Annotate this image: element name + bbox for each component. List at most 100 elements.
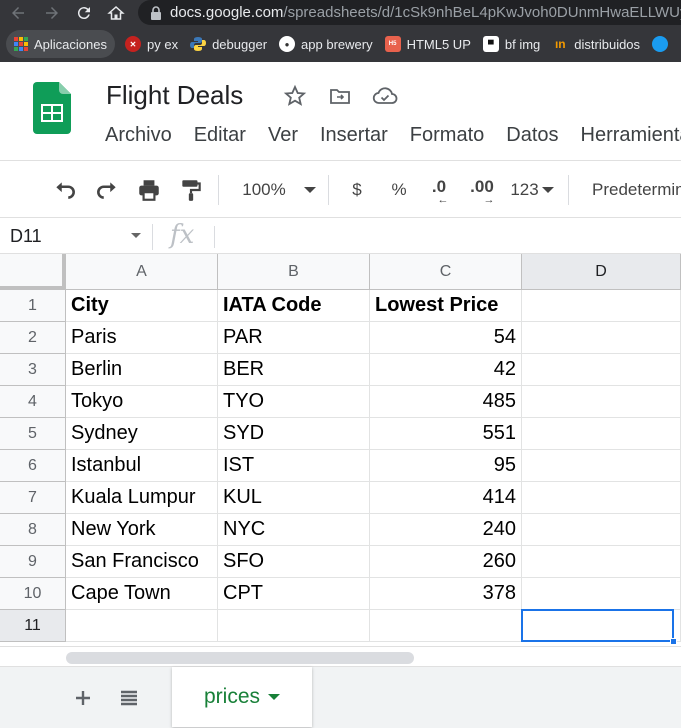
cell-d3[interactable]	[522, 354, 681, 386]
sheets-logo-icon[interactable]	[33, 82, 71, 134]
row-header-6[interactable]: 6	[0, 450, 66, 482]
cell-a3[interactable]: Berlin	[66, 354, 218, 386]
row-header-9[interactable]: 9	[0, 546, 66, 578]
add-sheet-icon[interactable]	[68, 683, 98, 713]
menu-herramientas[interactable]: Herramientas	[581, 124, 681, 147]
cell-c4[interactable]: 485	[370, 386, 522, 418]
star-icon[interactable]	[282, 83, 308, 109]
cell-d9[interactable]	[522, 546, 681, 578]
cell-b3[interactable]: BER	[218, 354, 370, 386]
cell-d6[interactable]	[522, 450, 681, 482]
cell-a1[interactable]: City	[66, 290, 218, 322]
row-header-4[interactable]: 4	[0, 386, 66, 418]
cell-d2[interactable]	[522, 322, 681, 354]
chevron-down-icon[interactable]	[268, 694, 281, 700]
cell-a10[interactable]: Cape Town	[66, 578, 218, 610]
cell-c10[interactable]: 378	[370, 578, 522, 610]
column-header-c[interactable]: C	[370, 254, 522, 290]
bookmark-html5-up[interactable]: H5 HTML5 UP	[379, 30, 477, 58]
cell-b9[interactable]: SFO	[218, 546, 370, 578]
cell-c5[interactable]: 551	[370, 418, 522, 450]
font-family-select[interactable]: Predeterminado (Arial)	[580, 175, 681, 205]
bookmark-app-brewery[interactable]: ● app brewery	[273, 30, 379, 58]
bookmark-bf-img[interactable]: ▀ bf img	[477, 30, 546, 58]
cell-a2[interactable]: Paris	[66, 322, 218, 354]
column-header-b[interactable]: B	[218, 254, 370, 290]
row-header-5[interactable]: 5	[0, 418, 66, 450]
chevron-down-icon[interactable]	[131, 233, 141, 238]
menu-archivo[interactable]: Archivo	[105, 124, 172, 147]
decrease-decimal-button[interactable]: .0 ←	[424, 175, 454, 206]
cell-c3[interactable]: 42	[370, 354, 522, 386]
bookmark-more[interactable]	[646, 30, 680, 58]
row-header-3[interactable]: 3	[0, 354, 66, 386]
cell-b6[interactable]: IST	[218, 450, 370, 482]
cell-c2[interactable]: 54	[370, 322, 522, 354]
row-header-7[interactable]: 7	[0, 482, 66, 514]
all-sheets-icon[interactable]	[114, 683, 144, 713]
move-folder-icon[interactable]	[327, 83, 353, 109]
name-box[interactable]: D11	[10, 226, 42, 247]
cell-b7[interactable]: KUL	[218, 482, 370, 514]
cell-d10[interactable]	[522, 578, 681, 610]
cell-b11[interactable]	[218, 610, 370, 642]
cell-b5[interactable]: SYD	[218, 418, 370, 450]
currency-format-button[interactable]: $	[344, 175, 370, 205]
bookmark-debugger[interactable]: debugger	[184, 30, 273, 58]
cell-d4[interactable]	[522, 386, 681, 418]
cell-b2[interactable]: PAR	[218, 322, 370, 354]
print-icon[interactable]	[134, 175, 164, 205]
chevron-down-icon[interactable]	[300, 175, 320, 205]
more-formats-button[interactable]: 123	[508, 175, 556, 205]
menu-ver[interactable]: Ver	[268, 124, 298, 147]
cell-c6[interactable]: 95	[370, 450, 522, 482]
bookmark-distribuidos[interactable]: ın distribuidos	[546, 30, 646, 58]
percent-format-button[interactable]: %	[386, 175, 412, 205]
cell-d7[interactable]	[522, 482, 681, 514]
cell-b8[interactable]: NYC	[218, 514, 370, 546]
select-all-corner[interactable]	[0, 254, 66, 290]
cell-b10[interactable]: CPT	[218, 578, 370, 610]
cell-c9[interactable]: 260	[370, 546, 522, 578]
forward-arrow-icon[interactable]	[40, 2, 64, 24]
row-header-2[interactable]: 2	[0, 322, 66, 354]
reload-icon[interactable]	[72, 2, 96, 24]
paint-format-icon[interactable]	[176, 175, 206, 205]
document-title[interactable]: Flight Deals	[106, 80, 243, 111]
fill-handle[interactable]	[670, 638, 677, 645]
cell-a4[interactable]: Tokyo	[66, 386, 218, 418]
cell-c7[interactable]: 414	[370, 482, 522, 514]
cell-c8[interactable]: 240	[370, 514, 522, 546]
home-icon[interactable]	[104, 2, 128, 24]
redo-icon[interactable]	[92, 175, 122, 205]
cell-b4[interactable]: TYO	[218, 386, 370, 418]
cell-b1[interactable]: IATA Code	[218, 290, 370, 322]
row-header-10[interactable]: 10	[0, 578, 66, 610]
column-header-d[interactable]: D	[522, 254, 681, 290]
row-header-8[interactable]: 8	[0, 514, 66, 546]
address-bar[interactable]: docs.google.com/spreadsheets/d/1cSk9nhBe…	[138, 0, 681, 25]
cell-d5[interactable]	[522, 418, 681, 450]
horizontal-scrollbar[interactable]	[0, 646, 681, 666]
undo-icon[interactable]	[50, 175, 80, 205]
cell-d1[interactable]	[522, 290, 681, 322]
cell-c1[interactable]: Lowest Price	[370, 290, 522, 322]
bookmark-py-ex[interactable]: ✕ py ex	[119, 30, 184, 58]
increase-decimal-button[interactable]: .00 →	[466, 175, 498, 206]
row-header-11[interactable]: 11	[0, 610, 66, 642]
formula-input[interactable]	[222, 224, 672, 250]
menu-editar[interactable]: Editar	[194, 124, 246, 147]
menu-insertar[interactable]: Insertar	[320, 124, 388, 147]
cell-c11[interactable]	[370, 610, 522, 642]
cell-a7[interactable]: Kuala Lumpur	[66, 482, 218, 514]
bookmark-apps[interactable]: Aplicaciones	[6, 30, 115, 58]
cell-a9[interactable]: San Francisco	[66, 546, 218, 578]
cell-a8[interactable]: New York	[66, 514, 218, 546]
scrollbar-thumb[interactable]	[66, 652, 414, 664]
cell-a6[interactable]: Istanbul	[66, 450, 218, 482]
row-header-1[interactable]: 1	[0, 290, 66, 322]
zoom-select[interactable]: 100%	[236, 175, 292, 205]
cell-a5[interactable]: Sydney	[66, 418, 218, 450]
sheet-tab-prices[interactable]: prices	[172, 667, 312, 727]
menu-formato[interactable]: Formato	[410, 124, 484, 147]
